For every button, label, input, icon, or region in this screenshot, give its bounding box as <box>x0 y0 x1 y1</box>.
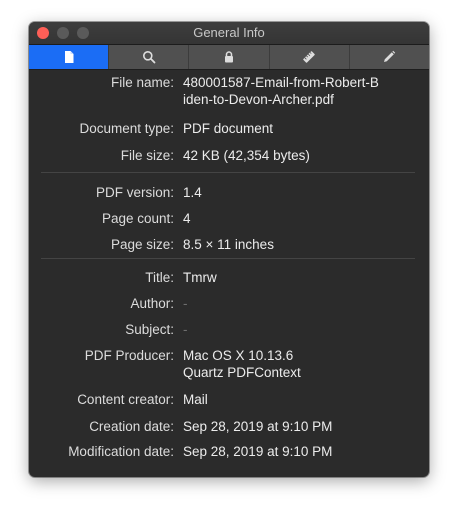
tab-encryption[interactable] <box>189 45 270 69</box>
title-row: Title: Tmrw <box>29 269 429 295</box>
subject-label: Subject: <box>125 322 174 337</box>
file-name-value: 480001587-Email-from-Robert-B iden-to-De… <box>183 74 413 108</box>
pdf-producer-line-2: Quartz PDFContext <box>183 365 301 380</box>
pdf-version-row: PDF version: 1.4 <box>29 184 429 210</box>
subject-value: - <box>183 322 188 337</box>
pdf-producer-row: PDF Producer: Mac OS X 10.13.6 Quartz PD… <box>29 347 429 391</box>
file-size-label: File size: <box>120 148 174 163</box>
creation-date-value: Sep 28, 2019 at 9:10 PM <box>183 419 333 434</box>
tab-general-info[interactable] <box>29 45 110 69</box>
creation-date-label: Creation date: <box>89 419 174 434</box>
page-count-value: 4 <box>183 211 191 226</box>
document-type-row: Document type: PDF document <box>29 120 429 147</box>
inspector-toolbar <box>29 45 429 70</box>
separator <box>41 258 415 259</box>
pdf-version-label: PDF version: <box>95 185 174 200</box>
content-creator-value: Mail <box>183 392 208 407</box>
page-size-value: 8.5 × 11 inches <box>183 237 274 252</box>
author-value: - <box>183 296 188 311</box>
tab-crop[interactable] <box>270 45 350 69</box>
file-name-row: File name: 480001587-Email-from-Robert-B… <box>29 74 429 120</box>
title-value: Tmrw <box>183 270 217 285</box>
separator <box>41 172 415 173</box>
page-size-row: Page size: 8.5 × 11 inches <box>29 236 429 258</box>
document-type-label: Document type: <box>79 121 174 136</box>
page-count-label: Page count: <box>101 211 174 226</box>
pdf-producer-line-1: Mac OS X 10.13.6 <box>183 348 294 363</box>
page-size-label: Page size: <box>110 237 174 252</box>
creation-date-row: Creation date: Sep 28, 2019 at 9:10 PM <box>29 418 429 443</box>
document-icon <box>64 51 74 63</box>
content-creator-row: Content creator: Mail <box>29 391 429 418</box>
file-size-row: File size: 42 KB (42,354 bytes) <box>29 147 429 172</box>
pdf-producer-value: Mac OS X 10.13.6 Quartz PDFContext <box>183 347 413 381</box>
pencil-icon <box>384 50 396 62</box>
modification-date-row: Modification date: Sep 28, 2019 at 9:10 … <box>29 443 429 468</box>
file-size-value: 42 KB (42,354 bytes) <box>183 148 310 163</box>
modification-date-label: Modification date: <box>68 444 174 459</box>
general-info-window: General Info File name: 480001587-Email-… <box>29 22 429 477</box>
tab-annotations[interactable] <box>350 45 429 69</box>
title-bar[interactable]: General Info <box>29 22 429 45</box>
pdf-version-value: 1.4 <box>183 185 202 200</box>
lock-icon <box>225 51 233 63</box>
window-title: General Info <box>193 25 265 40</box>
page-count-row: Page count: 4 <box>29 210 429 236</box>
modification-date-value: Sep 28, 2019 at 9:10 PM <box>183 444 333 459</box>
document-type-value: PDF document <box>183 121 274 136</box>
info-content: File name: 480001587-Email-from-Robert-B… <box>29 70 429 468</box>
file-name-line-1: 480001587-Email-from-Robert-B <box>183 75 379 90</box>
file-name-label: File name: <box>110 75 174 90</box>
search-icon <box>142 51 156 64</box>
author-label: Author: <box>130 296 174 311</box>
pdf-producer-label: PDF Producer: <box>84 348 174 363</box>
subject-row: Subject: - <box>29 321 429 347</box>
ruler-icon <box>303 51 315 63</box>
tab-search[interactable] <box>109 45 190 69</box>
author-row: Author: - <box>29 295 429 321</box>
file-name-line-2: iden-to-Devon-Archer.pdf <box>183 92 334 107</box>
title-label: Title: <box>145 270 174 285</box>
content-creator-label: Content creator: <box>77 392 174 407</box>
